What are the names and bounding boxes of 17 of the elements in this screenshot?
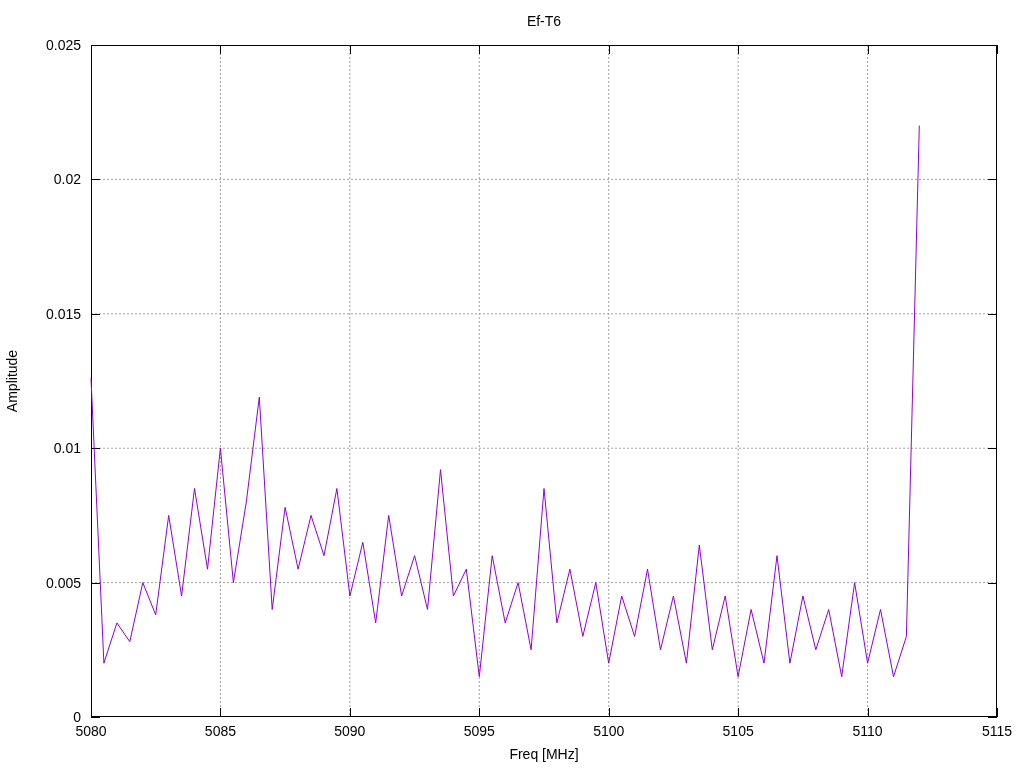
x-tick-label: 5095 — [463, 723, 495, 739]
y-tick-label: 0 — [73, 709, 81, 725]
y-axis-label: Amplitude — [4, 349, 20, 413]
x-tick-label: 5115 — [981, 723, 1013, 739]
y-tick-label: 0.015 — [45, 305, 81, 322]
x-tick-label: 5110 — [852, 723, 883, 739]
chart-title: Ef-T6 — [526, 13, 562, 29]
y-tick-label: 0.005 — [45, 574, 81, 591]
y-tick-label: 0.025 — [45, 37, 81, 53]
x-tick-label: 5105 — [722, 723, 754, 739]
y-tick-label: 0.02 — [53, 171, 81, 188]
x-tick-label: 5090 — [334, 723, 366, 739]
x-tick-label: 5085 — [204, 723, 236, 739]
y-tick-label: 0.01 — [53, 440, 81, 457]
x-tick-label: 5080 — [75, 723, 107, 739]
x-axis-label: Freq [MHz] — [509, 746, 579, 762]
x-tick-label: 5100 — [593, 723, 625, 739]
